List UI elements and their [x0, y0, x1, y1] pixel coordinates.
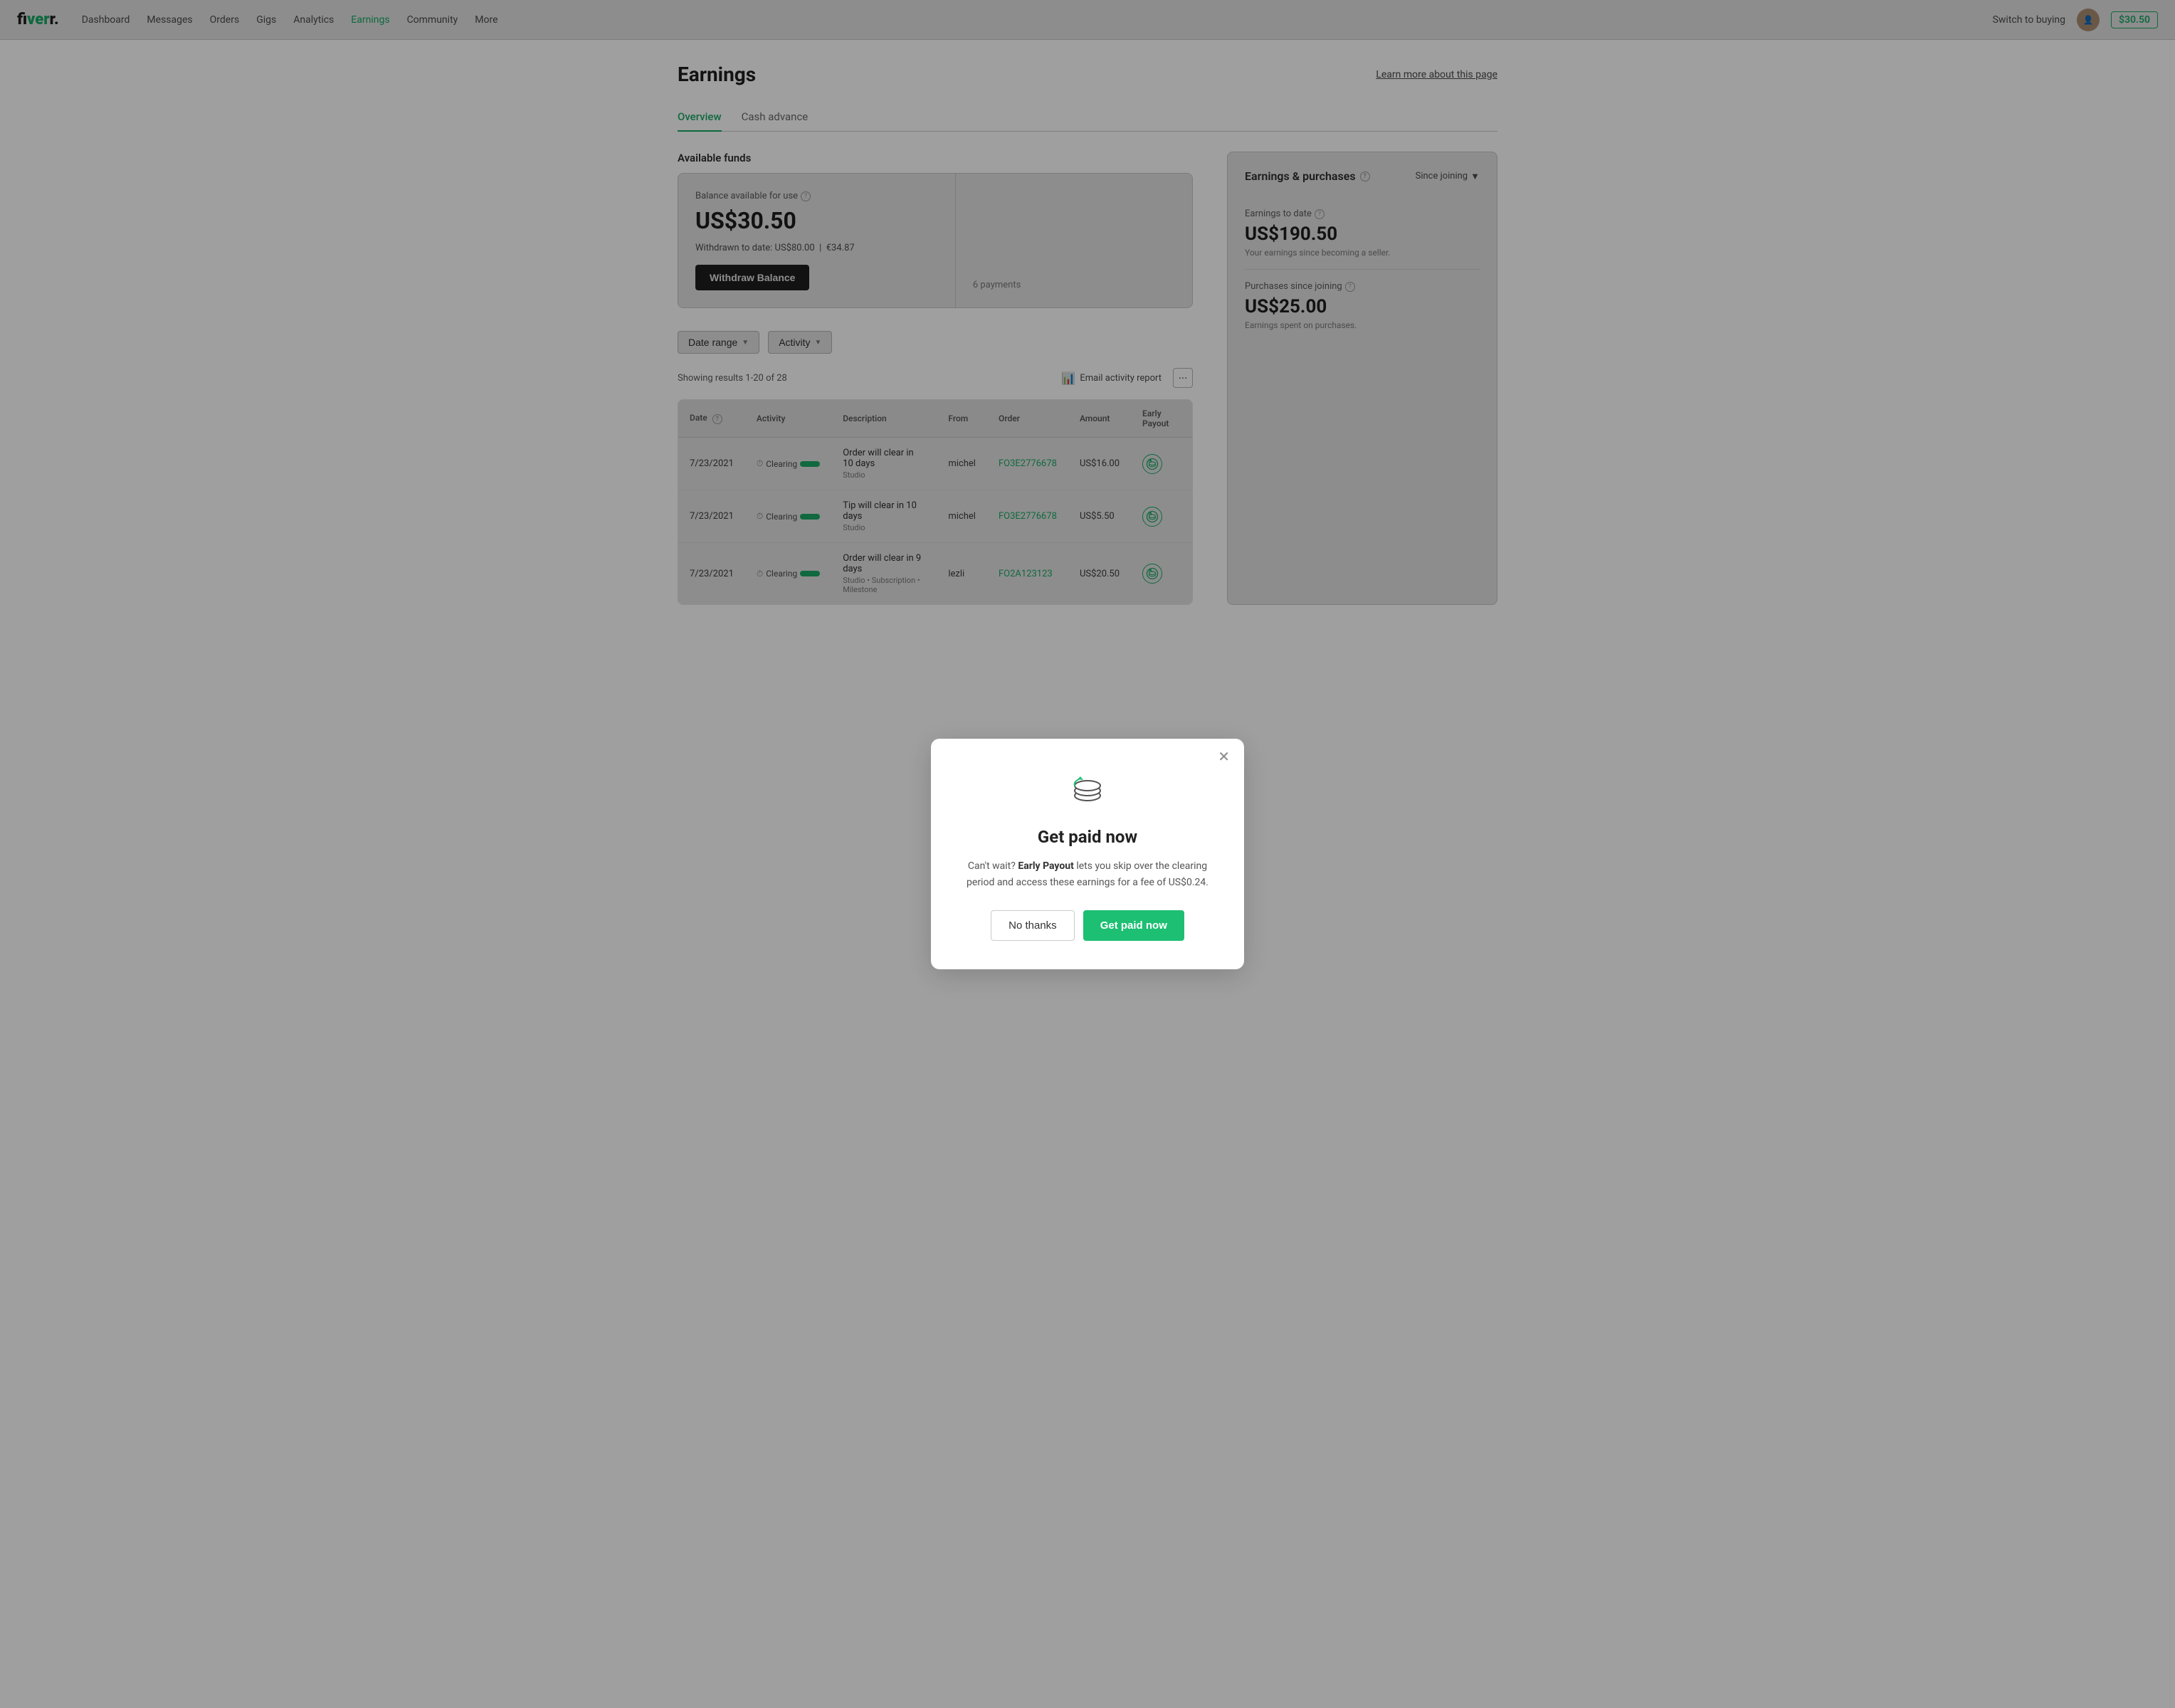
early-payout-bold: Early Payout — [1018, 860, 1074, 872]
modal-title: Get paid now — [965, 827, 1210, 847]
modal-close-button[interactable]: ✕ — [1218, 750, 1230, 764]
modal: ✕ Get paid now Can't wait? Early Payout … — [931, 739, 1244, 969]
no-thanks-button[interactable]: No thanks — [991, 910, 1075, 941]
get-paid-now-button[interactable]: Get paid now — [1083, 910, 1184, 941]
modal-icon — [965, 767, 1210, 816]
modal-actions: No thanks Get paid now — [965, 910, 1210, 941]
modal-overlay[interactable]: ✕ Get paid now Can't wait? Early Payout … — [0, 0, 2175, 1708]
modal-body: Can't wait? Early Payout lets you skip o… — [965, 858, 1210, 890]
